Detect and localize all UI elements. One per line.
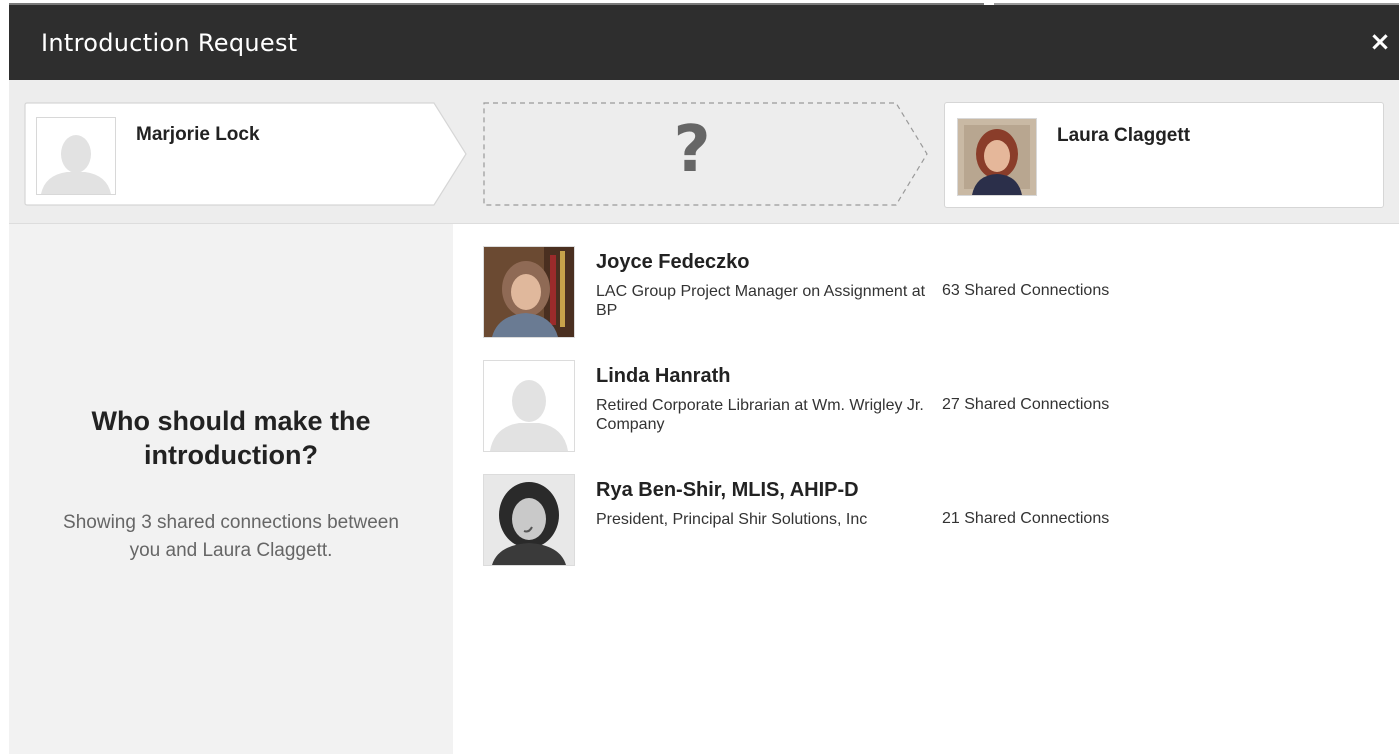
question-mark-icon: ? [673, 113, 711, 187]
connection-avatar[interactable] [483, 474, 575, 566]
connection-name[interactable]: Linda Hanrath [596, 365, 730, 388]
default-avatar-icon[interactable] [483, 360, 575, 452]
connection-title: Retired Corporate Librarian at Wm. Wrigl… [596, 397, 924, 433]
connection-row[interactable]: Linda Hanrath Retired Corporate Libraria… [483, 360, 1383, 455]
dialog-titlebar: Introduction Request × [9, 5, 1399, 80]
from-person-name: Marjorie Lock [136, 124, 260, 145]
connection-name[interactable]: Joyce Fedeczko [596, 251, 749, 274]
default-avatar-icon [36, 117, 116, 195]
connection-title: President, Principal Shir Solutions, Inc [596, 511, 868, 528]
panel-heading-text: Who should make the introduction? [91, 406, 371, 470]
connection-row[interactable]: Joyce Fedeczko LAC Group Project Manager… [483, 246, 1383, 341]
connection-title: LAC Group Project Manager on Assignment … [596, 283, 926, 319]
intermediary-placeholder: ? [482, 101, 932, 207]
dialog-title: Introduction Request [41, 29, 298, 57]
panel-heading: Who should make the introduction? [9, 404, 453, 472]
left-panel: Who should make the introduction? Showin… [9, 224, 453, 754]
panel-subtext-text: Showing 3 shared connections between you… [63, 512, 399, 561]
shared-connections-count: 21 Shared Connections [942, 510, 1110, 527]
to-person-avatar [957, 118, 1037, 196]
from-person-card: Marjorie Lock [24, 102, 469, 206]
to-person-name: Laura Claggett [1057, 125, 1191, 146]
shared-connections-count: 27 Shared Connections [942, 396, 1110, 413]
connection-row[interactable]: Rya Ben-Shir, MLIS, AHIP-D President, Pr… [483, 474, 1383, 569]
connection-name[interactable]: Rya Ben-Shir, MLIS, AHIP-D [596, 479, 859, 502]
connection-avatar[interactable] [483, 246, 575, 338]
panel-subtext: Showing 3 shared connections between you… [9, 509, 453, 565]
to-person-card: Laura Claggett [944, 102, 1384, 208]
close-icon[interactable]: × [1367, 27, 1393, 57]
shared-connections-count: 63 Shared Connections [942, 282, 1110, 299]
